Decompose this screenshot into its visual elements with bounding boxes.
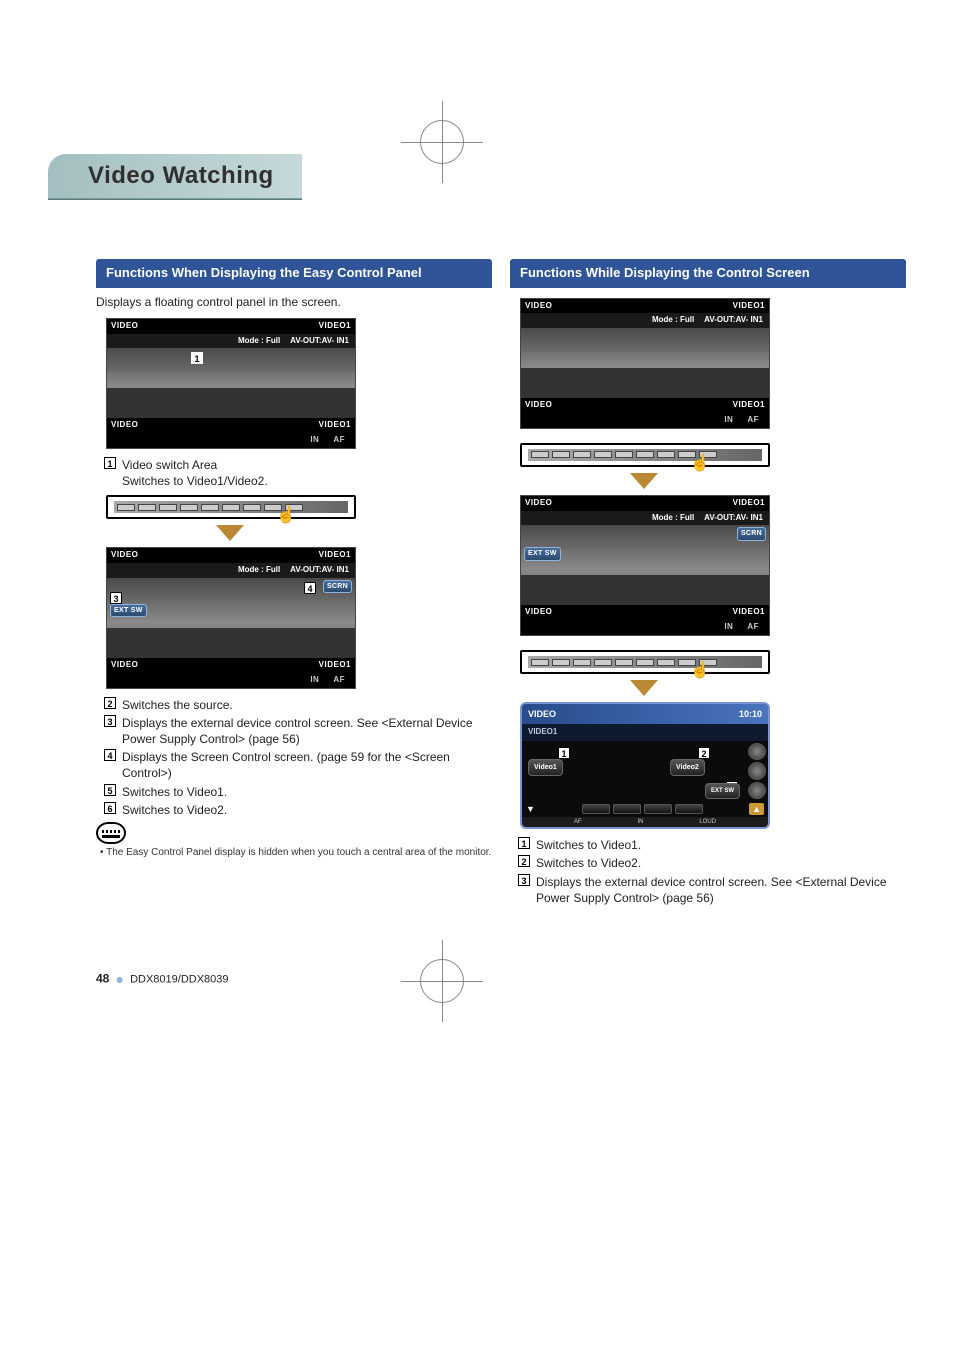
side-icon[interactable]	[748, 743, 766, 760]
panel-extsw-button[interactable]: EXT SW	[705, 783, 740, 799]
left-figure-1: VIDEO VIDEO1 Mode : Full AV-OUT:AV- IN1 …	[106, 318, 356, 449]
note-text: • The Easy Control Panel display is hidd…	[100, 846, 492, 860]
fig-label-video1-bot: VIDEO1	[319, 420, 351, 431]
pointer-bar-right-1: ☝	[520, 443, 770, 467]
hand-icon: ☝	[276, 505, 296, 527]
item-num-1: 1	[104, 457, 116, 469]
down-arrow-icon	[630, 473, 658, 489]
scrn-button[interactable]: SCRN	[737, 527, 766, 540]
page-footer: 48 ● DDX8019/DDX8039	[48, 970, 906, 989]
page-number: 48	[96, 971, 109, 985]
fig-af: AF	[333, 435, 345, 446]
note-icon	[96, 822, 126, 844]
hand-icon: ☝	[690, 453, 710, 475]
panel-sub: VIDEO1	[522, 724, 768, 741]
fig-in: IN	[310, 435, 319, 446]
left-figure-2: VIDEO VIDEO1 Mode : Full AV-OUT:AV- IN1 …	[106, 547, 356, 688]
panel-callout-2: 2	[698, 747, 710, 759]
panel-up-button[interactable]: ▲	[749, 803, 764, 815]
hand-icon: ☝	[690, 660, 710, 682]
fig-label-video1: VIDEO1	[319, 321, 351, 332]
down-arrow-icon	[216, 525, 244, 541]
left-list-2: 2Switches the source. 3Displays the exte…	[104, 697, 492, 818]
panel-in-label: IN	[637, 818, 643, 826]
left-intro: Displays a floating control panel in the…	[96, 294, 492, 310]
pointer-bar-right-2: ☝	[520, 650, 770, 674]
callout-4: 4	[304, 582, 316, 594]
left-column: Functions When Displaying the Easy Contr…	[96, 259, 492, 910]
panel-clock: 10:10	[739, 708, 762, 720]
extsw-button[interactable]: EXT SW	[524, 547, 561, 560]
model-label: DDX8019/DDX8039	[130, 973, 228, 985]
right-column: Functions While Displaying the Control S…	[510, 259, 906, 910]
right-figure-2: VIDEO VIDEO1 Mode : Full AV-OUT:AV- IN1 …	[520, 495, 770, 636]
fig-label-video: VIDEO	[111, 321, 138, 332]
scrn-button[interactable]: SCRN	[323, 580, 352, 593]
fig-avout: AV-OUT:AV- IN1	[290, 336, 349, 347]
panel-loud-label: LOUD	[699, 818, 716, 826]
panel-down-button[interactable]: ▼	[526, 803, 535, 815]
panel-video2-button[interactable]: Video2	[670, 759, 705, 776]
chapter-title: Video Watching	[48, 154, 302, 199]
control-panel: VIDEO 10:10 VIDEO1 1 Video1 2 Video2 3 E…	[520, 702, 770, 829]
fig-label-video-bot: VIDEO	[111, 420, 138, 431]
fig-mode: Mode : Full	[238, 336, 280, 347]
right-figure-1: VIDEO VIDEO1 Mode : Full AV-OUT:AV- IN1 …	[520, 298, 770, 429]
side-icon[interactable]	[748, 762, 766, 779]
side-icon[interactable]	[748, 782, 766, 799]
item-text-1: Video switch Area Switches to Video1/Vid…	[122, 457, 492, 489]
extsw-button[interactable]: EXT SW	[110, 604, 147, 617]
callout-3: 3	[110, 592, 122, 604]
down-arrow-icon	[630, 680, 658, 696]
pointer-bar-left: ☝	[106, 495, 356, 519]
panel-callout-1: 1	[558, 747, 570, 759]
callout-1: 1	[191, 352, 203, 364]
panel-side-icons	[746, 741, 768, 801]
left-section-title: Functions When Displaying the Easy Contr…	[96, 259, 492, 287]
panel-video1-button[interactable]: Video1	[528, 759, 563, 776]
left-list-1: 1 Video switch Area Switches to Video1/V…	[104, 457, 492, 489]
right-section-title: Functions While Displaying the Control S…	[510, 259, 906, 287]
panel-title: VIDEO	[528, 708, 556, 720]
panel-af-label: AF	[574, 818, 582, 826]
right-list: 1Switches to Video1. 2Switches to Video2…	[518, 837, 906, 906]
